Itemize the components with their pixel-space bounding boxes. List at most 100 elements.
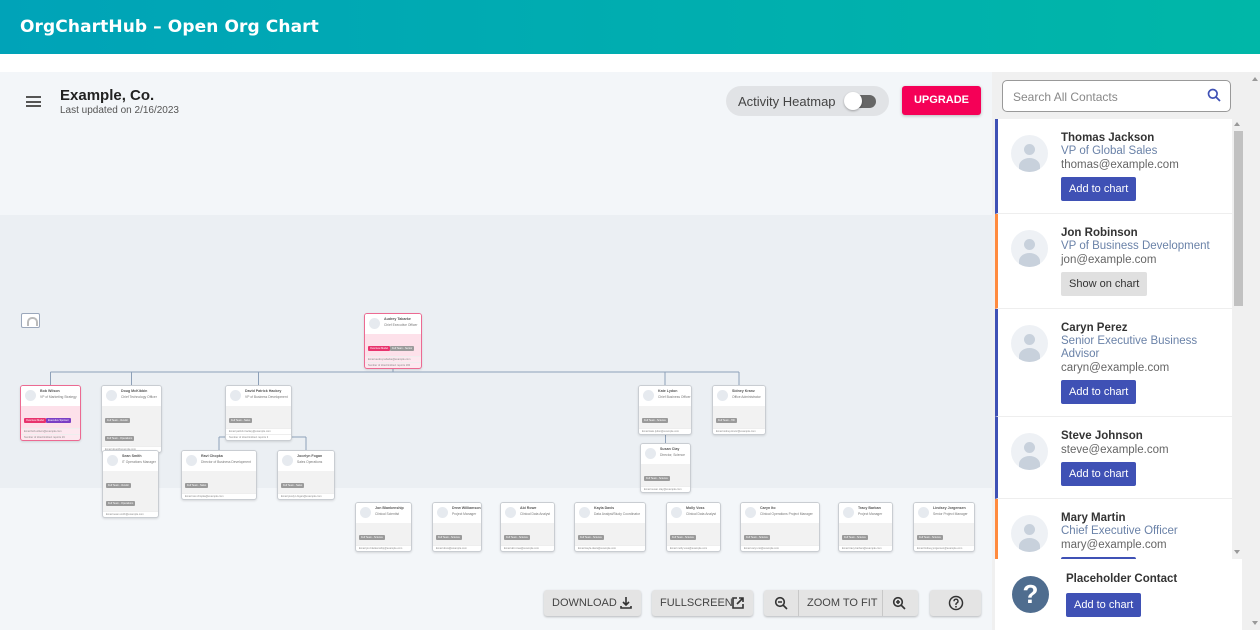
org-node[interactable]: Susan Clay Director, Science Full Team - S… bbox=[640, 443, 691, 493]
avatar-icon bbox=[505, 507, 516, 518]
org-node[interactable]: Drew Williamson Project Manager Full Team … bbox=[432, 502, 482, 552]
avatar-icon bbox=[1011, 135, 1048, 172]
zoom-to-fit-button[interactable]: ZOOM TO FIT bbox=[807, 590, 877, 616]
org-node-email: Email caryn.ito@example.com bbox=[741, 545, 819, 551]
org-node-tag: Full Team - Science bbox=[670, 535, 696, 540]
add-to-chart-button[interactable]: Add to chart bbox=[1061, 380, 1137, 404]
org-node-title: VP of Business Development bbox=[245, 395, 288, 399]
org-node-title: Director, Science bbox=[660, 453, 685, 457]
add-to-chart-button[interactable]: Add to chart bbox=[1061, 462, 1137, 486]
org-node-name: Kayla Davis bbox=[594, 506, 615, 510]
org-node-name: Sidney Kranz bbox=[732, 389, 755, 393]
org-chart-canvas[interactable]: Audrey Tabarke Chief Executive Officer Ove… bbox=[0, 215, 992, 552]
avatar-icon bbox=[745, 507, 756, 518]
org-node[interactable]: Molly Voss Clinical Data Analyst Full Team… bbox=[666, 502, 721, 552]
org-node-tags: Overview Model Executive Sponsor bbox=[21, 406, 80, 428]
avatar-icon bbox=[1011, 515, 1048, 552]
org-node-name: Molly Voss bbox=[686, 506, 705, 510]
org-node-email: Email sean.smith@example.com bbox=[103, 511, 158, 517]
org-node[interactable]: Jocelyn Fogan Sales Operations Full Team -… bbox=[277, 450, 335, 500]
org-node-name: Jon Blankenship bbox=[375, 506, 404, 510]
divider bbox=[798, 590, 799, 616]
org-node-name: Audrey Tabarke bbox=[384, 317, 411, 321]
search-icon[interactable] bbox=[1207, 88, 1221, 102]
org-node-name: Abi Rowe bbox=[520, 506, 537, 510]
org-node-header: Kate Lydon Chief Business Officer bbox=[639, 386, 691, 406]
placeholder-add-to-chart-button[interactable]: Add to chart bbox=[1066, 593, 1142, 617]
contact-item: Jon Robinson VP of Business Development jo… bbox=[995, 214, 1232, 309]
org-node[interactable]: David Patrick Hackey VP of Business Devel… bbox=[225, 385, 292, 441]
org-node[interactable]: Sean Smith IT Operations Manager Full Team… bbox=[102, 450, 159, 518]
page-scroll-down-icon[interactable] bbox=[1252, 621, 1258, 625]
page-scrollbar[interactable] bbox=[1251, 72, 1260, 630]
org-node-title: Project Manager bbox=[452, 512, 477, 516]
org-node-header: Jocelyn Fogan Sales Operations bbox=[278, 451, 334, 471]
upgrade-button[interactable]: UPGRADE bbox=[902, 86, 981, 115]
org-node[interactable]: Jon Blankenship Clinical Scientist Full Te… bbox=[355, 502, 412, 552]
org-node[interactable]: Kayla Davis Data Analyst/Study Coordinato… bbox=[574, 502, 646, 552]
org-node-title: Clinical Scientist bbox=[375, 512, 400, 516]
scroll-up-icon[interactable] bbox=[1234, 122, 1240, 126]
avatar-icon bbox=[25, 390, 36, 401]
org-node[interactable]: Ravi Chopka Director of Business Developm… bbox=[181, 450, 257, 500]
org-node-title: IT Operations Manager bbox=[122, 460, 156, 464]
recenter-icon[interactable] bbox=[21, 313, 40, 328]
org-node[interactable]: Doug McKibbin Chief Technology Officer Ful… bbox=[101, 385, 162, 453]
org-node[interactable]: Abi Rowe Clinical Data Analyst Full Team -… bbox=[500, 502, 555, 552]
zoom-in-icon[interactable] bbox=[892, 596, 906, 610]
hamburger-menu-icon[interactable] bbox=[26, 96, 41, 107]
download-button[interactable]: DOWNLOAD bbox=[544, 590, 641, 616]
contact-item: Mary Martin Chief Executive Officer mary@e… bbox=[995, 499, 1232, 559]
contact-item: Thomas Jackson VP of Global Sales thomas@e… bbox=[995, 119, 1232, 214]
activity-heatmap-control[interactable]: Activity Heatmap bbox=[726, 86, 889, 116]
org-node[interactable]: Audrey Tabarke Chief Executive Officer Ove… bbox=[364, 313, 422, 369]
org-node-tags: Full Team - Sales bbox=[182, 471, 256, 493]
download-label: DOWNLOAD bbox=[552, 597, 617, 609]
org-node-tag: Full Team - Science bbox=[744, 535, 770, 540]
org-node-tag: Full Team - Vendor bbox=[105, 418, 130, 423]
avatar-icon bbox=[437, 507, 448, 518]
org-node-header: Lindsey Jorgensen Senior Project Manager bbox=[914, 503, 974, 523]
org-node-tag: Full Team - Science bbox=[359, 535, 385, 540]
org-node-header: Jon Blankenship Clinical Scientist bbox=[356, 503, 411, 523]
org-node-name: Sean Smith bbox=[122, 454, 142, 458]
org-node-tags: Full Team - Vendor Full Team - Operations bbox=[103, 471, 158, 511]
org-node-name: Caryn Ito bbox=[760, 506, 776, 510]
show-on-chart-button[interactable]: Show on chart bbox=[1061, 272, 1148, 296]
help-button[interactable] bbox=[930, 590, 981, 616]
org-node[interactable]: Caryn Ito Clinical Operations Project Man… bbox=[740, 502, 820, 552]
scroll-down-icon[interactable] bbox=[1234, 550, 1240, 554]
avatar-icon bbox=[918, 507, 929, 518]
fullscreen-button[interactable]: FULLSCREEN bbox=[652, 590, 753, 616]
org-node-email: Email lindsey.jorgensen@example.com bbox=[914, 545, 974, 551]
org-node-header: David Patrick Hackey VP of Business Devel… bbox=[226, 386, 291, 406]
org-node-title: Sales Operations bbox=[297, 460, 323, 464]
activity-heatmap-toggle[interactable] bbox=[844, 92, 876, 110]
scrollbar-thumb[interactable] bbox=[1234, 131, 1243, 306]
search-contacts-input[interactable]: Search All Contacts bbox=[1002, 80, 1231, 112]
avatar-icon bbox=[186, 455, 197, 466]
contact-email: caryn@example.com bbox=[1061, 362, 1170, 374]
org-node-name: Lindsey Jorgensen bbox=[933, 506, 966, 510]
page-scroll-up-icon[interactable] bbox=[1252, 77, 1258, 81]
org-node-email: Email molly.voss@example.com bbox=[667, 545, 720, 551]
org-node-title: Clinical Operations Project Manager bbox=[760, 512, 813, 516]
org-node[interactable]: Lindsey Jorgensen Senior Project Manager F… bbox=[913, 502, 975, 552]
org-node-header: Audrey Tabarke Chief Executive Officer bbox=[365, 314, 421, 334]
org-node-tag: Full Team - Sales bbox=[229, 418, 253, 423]
avatar-icon bbox=[230, 390, 241, 401]
contact-title: VP of Business Development bbox=[1061, 240, 1210, 252]
org-node-tags: Full Team - HR bbox=[713, 406, 765, 428]
org-node-tag: Overview Model bbox=[368, 346, 390, 351]
org-node-tag: Full Team - Sales bbox=[185, 483, 209, 488]
org-node-header: Drew Williamson Project Manager bbox=[433, 503, 481, 523]
org-node[interactable]: Kate Lydon Chief Business Officer Full Tea… bbox=[638, 385, 692, 435]
org-node[interactable]: Bob Wilson VP of Marketing Strategy Overvi… bbox=[20, 385, 81, 441]
zoom-out-icon[interactable] bbox=[774, 596, 788, 610]
org-node[interactable]: Tracy Barban Project Manager Full Team - S… bbox=[838, 502, 893, 552]
org-node-tag: Full Team - Science bbox=[436, 535, 462, 540]
org-node[interactable]: Sidney Kranz Office Administrator Full Tea… bbox=[712, 385, 766, 435]
placeholder-contact-name: Placeholder Contact bbox=[1066, 573, 1178, 585]
contact-list-scrollbar[interactable] bbox=[1232, 119, 1243, 559]
add-to-chart-button[interactable]: Add to chart bbox=[1061, 177, 1137, 201]
